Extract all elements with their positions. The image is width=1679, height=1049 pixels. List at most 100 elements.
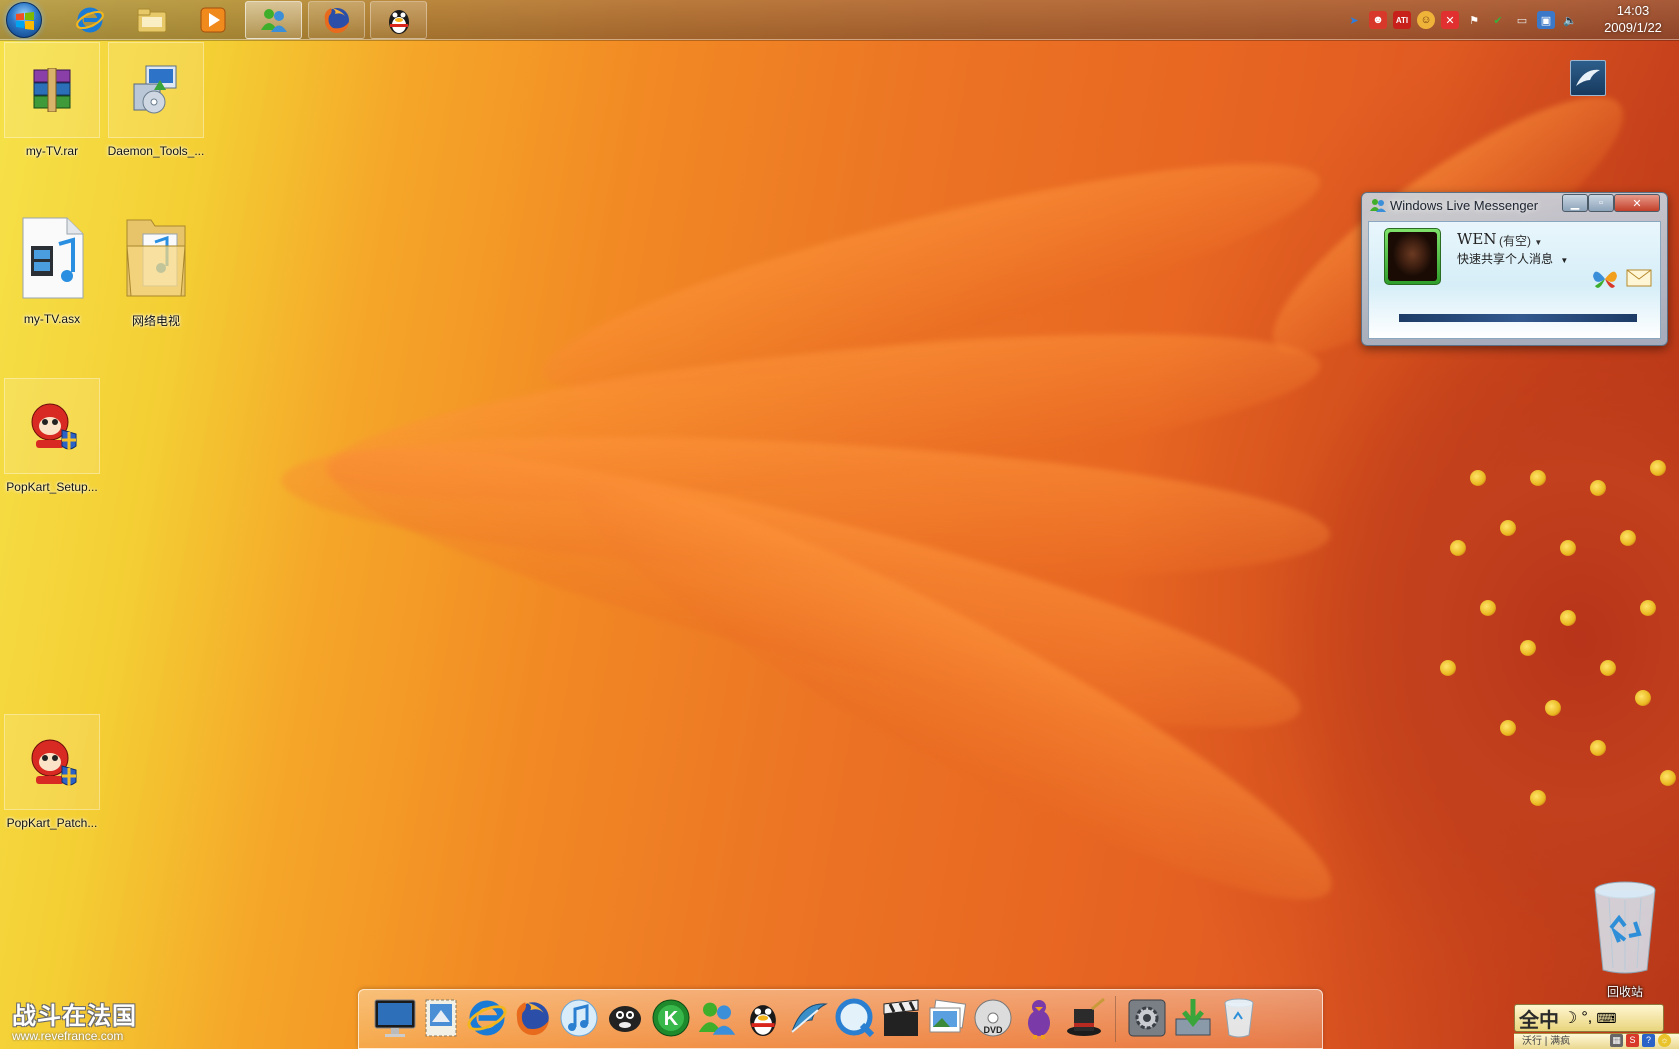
ie-taskbar-button[interactable] [61,1,118,39]
dock-item-messenger[interactable] [695,996,739,1040]
winrar-archive-icon [33,68,71,112]
desktop-icon-label: PopKart_Patch... [6,816,98,830]
emoticon-icon[interactable]: ☺ [1417,11,1435,29]
clock-time: 14:03 [1616,3,1650,18]
maximize-button[interactable]: ▫ [1588,194,1614,212]
messenger-icon [1370,199,1386,212]
dock-item-quicktime[interactable] [833,996,877,1040]
monitor-icon[interactable]: ▣ [1537,11,1555,29]
system-tray: ➤ ☻ ATI ☺ ✕ ⚑ ✔ ▭ ▣ 🔈 [1345,9,1579,31]
bird-icon [1028,1000,1050,1039]
qq-penguin-icon [750,1005,776,1036]
keyboard-icon[interactable]: ⌨ [1596,1010,1616,1027]
dock-item-qq[interactable] [741,996,785,1040]
desktop-icon-label: Daemon_Tools_... [107,144,205,158]
media-player-taskbar-button[interactable] [184,1,241,39]
dock-separator [1115,996,1116,1042]
dock-item-downloads[interactable] [1171,996,1215,1040]
desktop-icon-my-tv-rar[interactable]: my-TV.rar [0,42,104,158]
moon-icon[interactable]: ☽ [1563,1008,1577,1028]
dock-item-photos[interactable] [925,996,969,1040]
itunes-icon [560,999,598,1037]
maximize-icon: ▫ [1599,197,1603,209]
desktop-icon-label: my-TV.rar [25,144,79,158]
dock-item-itunes[interactable] [557,996,601,1040]
chevron-down-icon: ▼ [1534,238,1543,247]
recycle-bin[interactable]: 回收站 [1580,880,1670,1000]
help-icon[interactable]: ? [1642,1034,1655,1047]
qq-penguin-icon [388,10,409,34]
corner-app-shortcut[interactable] [1570,60,1606,96]
media-player-icon [200,7,225,33]
display-name[interactable]: WEN [1457,230,1497,248]
dock-item-internet-explorer[interactable] [465,996,509,1040]
internet-explorer-icon [467,1000,507,1036]
explorer-taskbar-button[interactable] [123,1,180,39]
personal-message[interactable]: 快速共享个人消息 ▼ [1457,250,1568,267]
volume-icon[interactable]: 🔈 [1561,11,1579,29]
dock-item-clapper[interactable] [879,996,923,1040]
messenger-taskbar-button[interactable] [245,1,302,39]
firefox-taskbar-button[interactable] [308,1,365,39]
clock-date: 2009/1/22 [1604,20,1662,35]
mail-icon[interactable] [1625,266,1653,290]
grid-icon[interactable]: ▦ [1610,1034,1623,1047]
clapper-icon [883,999,919,1036]
status-selector[interactable]: (有空) ▼ [1499,232,1542,249]
security-icon[interactable]: ✕ [1441,11,1459,29]
desktop-icon-popkart-setup[interactable]: PopKart_Setup... [0,378,104,494]
trash-icon [1224,998,1254,1038]
messenger-icon [260,9,287,32]
arrow-icon[interactable]: ➤ [1345,11,1363,29]
dock-item-kaspersky[interactable]: K [649,996,693,1040]
desktop-icon-popkart-patch[interactable]: PopKart_Patch... [0,714,104,830]
avatar[interactable] [1384,228,1441,285]
ime-toolbar[interactable]: 全中 ☽ °, ⌨ [1514,1004,1664,1032]
dock-item-sheep[interactable] [603,996,647,1040]
recycle-bin-icon [1594,881,1656,974]
dock-item-magic-hat[interactable] [1063,996,1107,1040]
mail-stamp-icon [425,999,457,1037]
folder-library-icon [137,8,166,33]
dock-item-firefox[interactable] [511,996,555,1040]
chevron-down-icon: ▼ [1560,256,1569,265]
sun-icon[interactable]: ☼ [1658,1034,1671,1047]
banner-strip[interactable] [1399,314,1637,322]
network-icon[interactable]: ▭ [1513,11,1531,29]
comma-icon[interactable]: °, [1581,1009,1592,1027]
downloads-icon [1175,999,1211,1036]
butterfly-icon[interactable] [1591,266,1619,292]
clock[interactable]: 14:03 2009/1/22 [1590,2,1676,36]
ime-mode[interactable]: 全中 [1519,1004,1559,1033]
desktop-icon-my-tv-asx[interactable]: my-TV.asx [0,210,104,326]
sogou-icon[interactable]: S [1626,1034,1639,1047]
desktop-icon-network-tv-folder[interactable]: 网络电视 [104,210,208,329]
dock-item-system-preferences[interactable] [1125,996,1169,1040]
desktop-icon-label: my-TV.asx [23,312,81,326]
dock: K DVD [358,989,1323,1049]
dock-item-imac[interactable] [373,996,417,1040]
window-title: Windows Live Messenger [1390,198,1539,213]
dock-item-dvd[interactable]: DVD [971,996,1015,1040]
windows-logo-icon [16,12,34,30]
imac-icon [374,999,416,1037]
desktop-icon-label: PopKart_Setup... [6,480,98,494]
dock-item-mail[interactable] [419,996,463,1040]
shield-icon[interactable]: ✔ [1489,11,1507,29]
qq-taskbar-button[interactable] [370,1,427,39]
close-button[interactable]: ✕ [1614,194,1660,212]
people-icon[interactable]: ☻ [1369,11,1387,29]
dock-item-trash[interactable] [1217,996,1261,1040]
minimize-button[interactable]: ▁ [1562,194,1588,212]
flag-icon[interactable]: ⚑ [1465,11,1483,29]
dock-item-feather[interactable] [787,996,831,1040]
firefox-icon [324,8,349,34]
ati-icon[interactable]: ATI [1393,11,1411,29]
kaspersky-icon: K [652,999,690,1037]
system-preferences-icon [1128,999,1166,1037]
internet-explorer-icon [75,7,104,33]
desktop-icon-daemon-tools[interactable]: Daemon_Tools_... [104,42,208,158]
dock-item-bird[interactable] [1017,996,1061,1040]
start-button[interactable] [6,2,42,38]
taskbar: ➤ ☻ ATI ☺ ✕ ⚑ ✔ ▭ ▣ 🔈 14:03 2009/1/22 [0,0,1679,40]
